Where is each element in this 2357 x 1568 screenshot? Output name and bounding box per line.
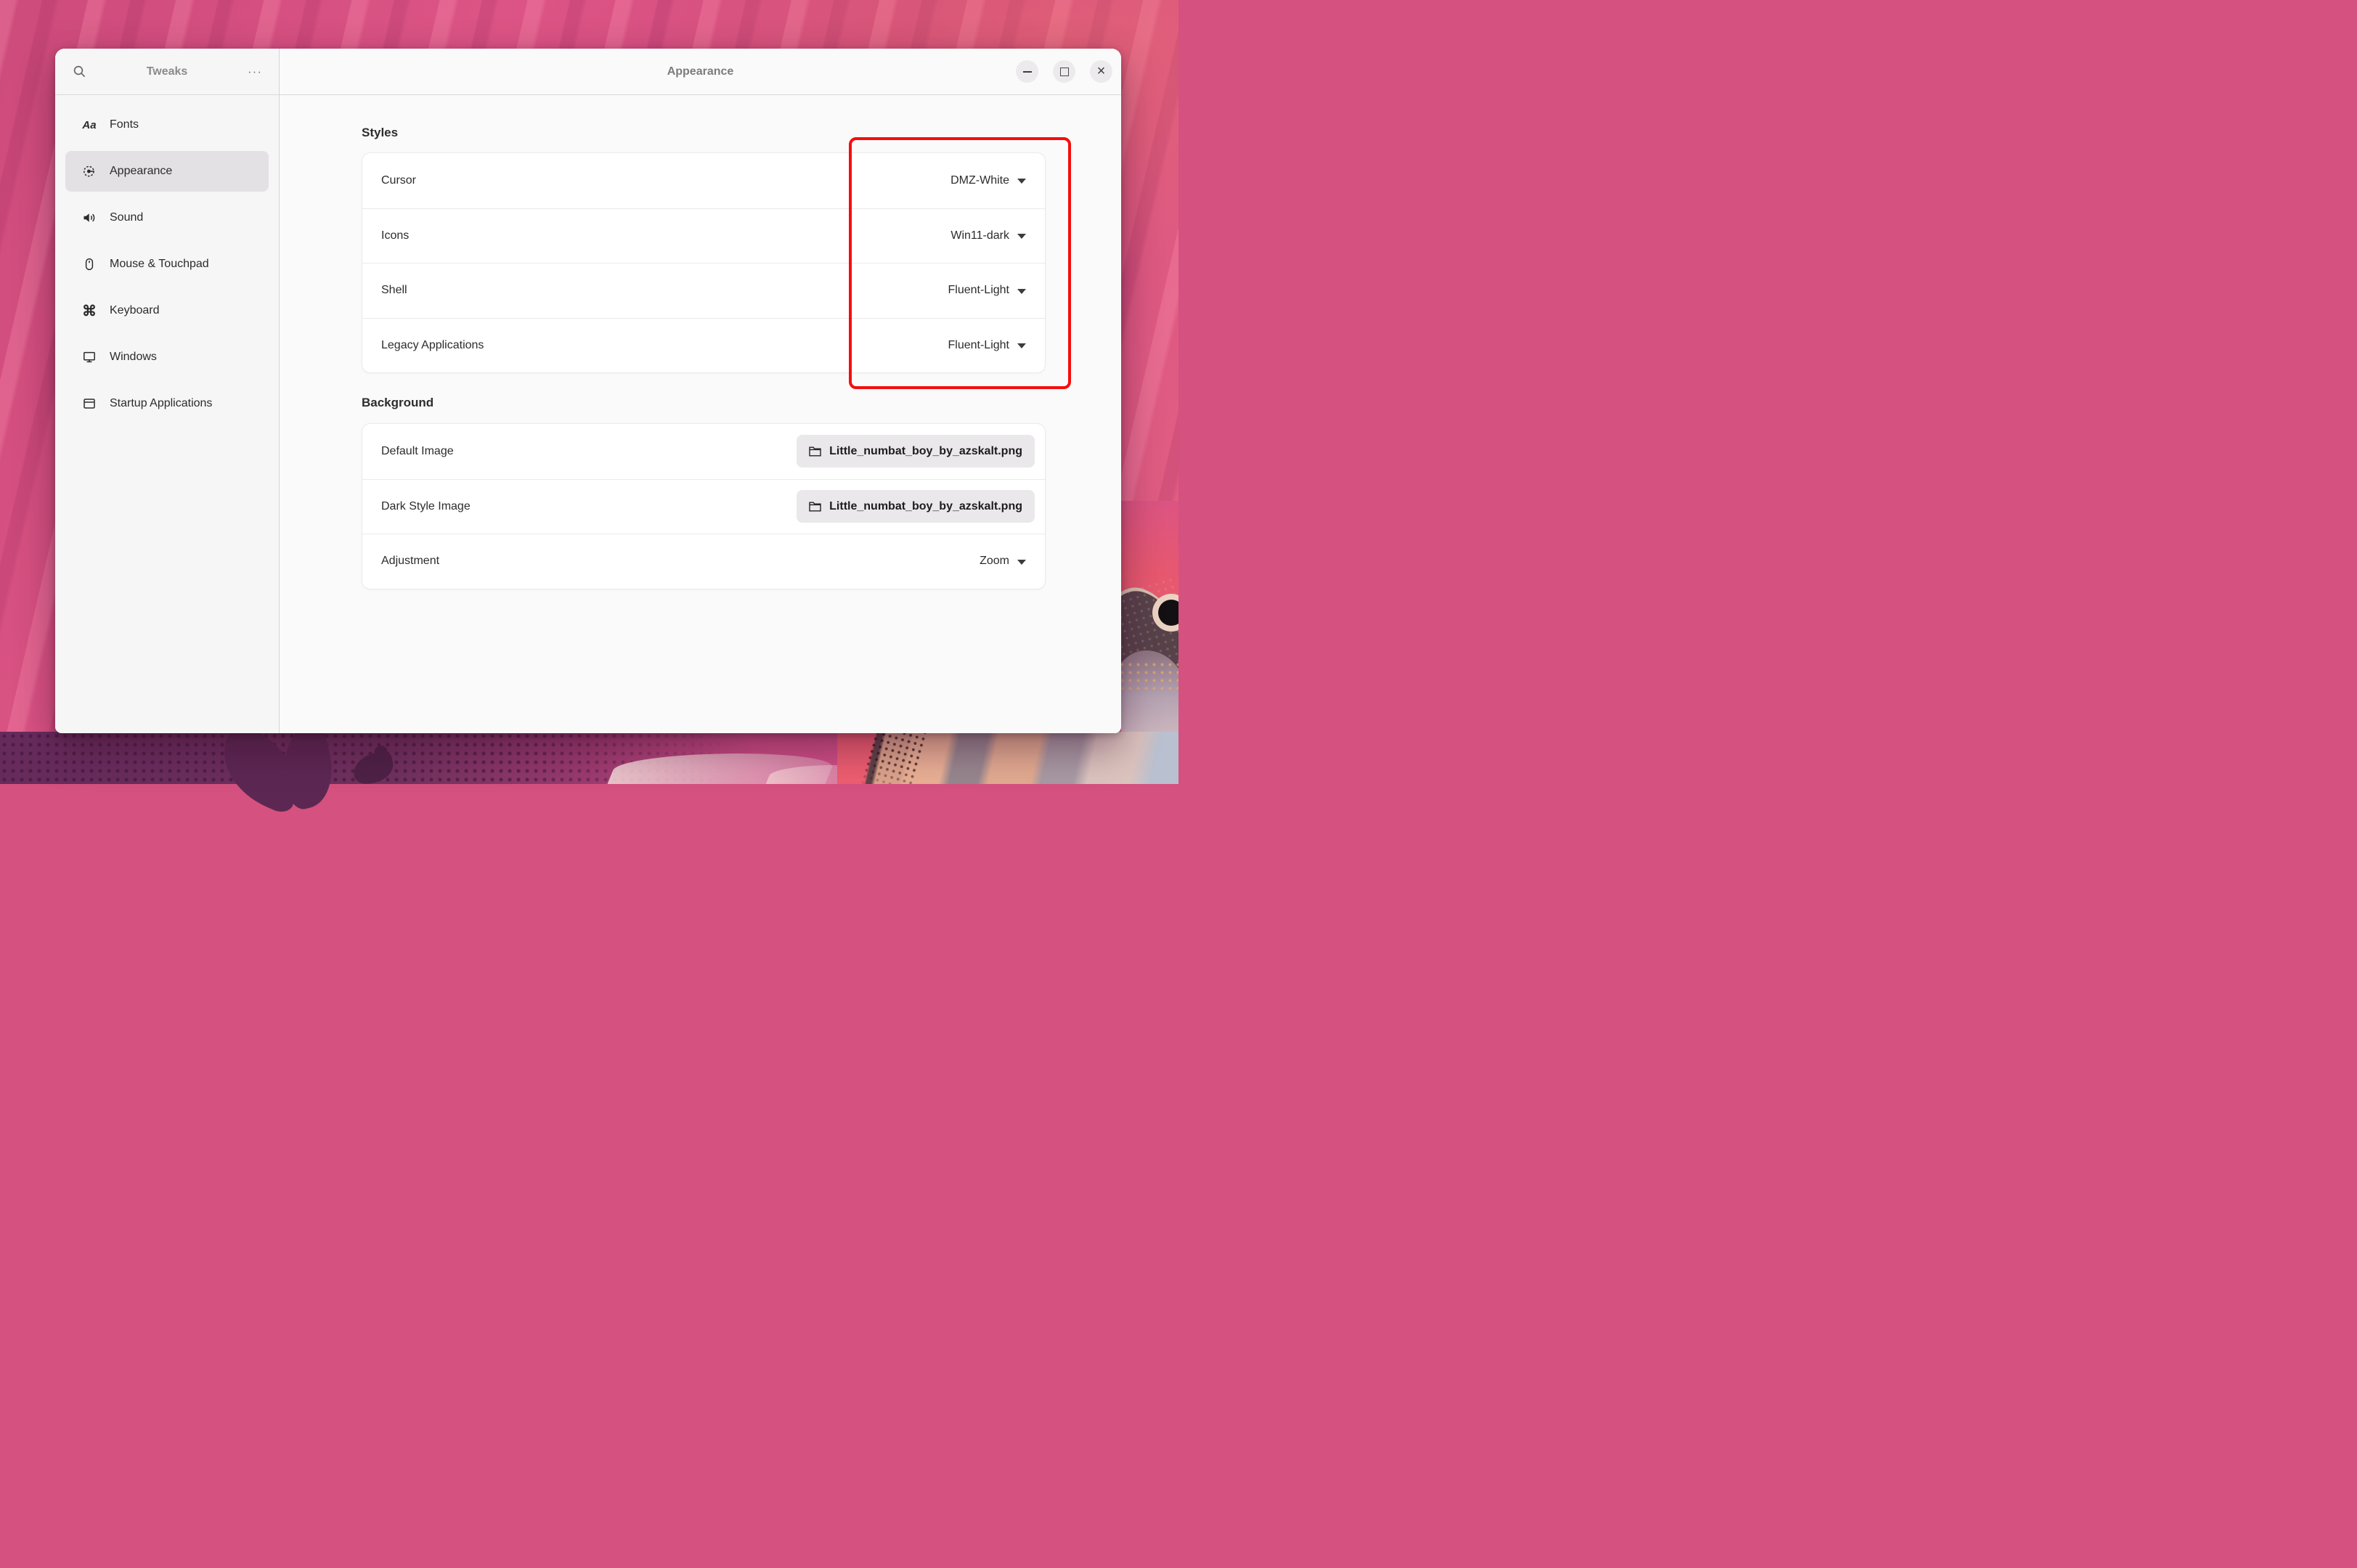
dropdown-value: DMZ-White — [950, 173, 1009, 187]
row-label: Adjustment — [381, 555, 440, 568]
sidebar-item-label: Windows — [110, 351, 157, 363]
icons-dropdown[interactable]: Win11-dark — [950, 229, 1026, 242]
numbat-fur — [1121, 650, 1178, 732]
sidebar-item-mouse-touchpad[interactable]: Mouse & Touchpad — [65, 244, 269, 285]
cursor-row: Cursor DMZ-White — [362, 153, 1045, 208]
row-label: Dark Style Image — [381, 499, 471, 513]
page-title: Appearance — [667, 65, 734, 78]
chevron-down-icon — [1017, 559, 1026, 565]
adjustment-row: Adjustment Zoom — [362, 534, 1045, 589]
file-name: Little_numbat_boy_by_azskalt.png — [829, 499, 1022, 513]
menu-button[interactable]: ··· — [247, 64, 263, 78]
dark-style-image-file-button[interactable]: Little_numbat_boy_by_azskalt.png — [797, 490, 1035, 523]
window-controls: × — [1016, 49, 1112, 94]
shell-dropdown[interactable]: Fluent-Light — [948, 284, 1026, 297]
maximize-icon — [1059, 67, 1069, 76]
folder-icon — [809, 446, 821, 457]
keyboard-icon: ⌘ — [82, 303, 97, 319]
halftone-dots — [858, 732, 928, 784]
wallpaper-numbat-art — [1121, 501, 1178, 732]
row-label: Legacy Applications — [381, 338, 484, 351]
tweaks-window: Tweaks ··· Aa Fonts Appearance Sound Mou… — [55, 49, 1121, 733]
numbat-eye — [1158, 600, 1178, 626]
file-name: Little_numbat_boy_by_azskalt.png — [829, 444, 1022, 457]
legacy-applications-row: Legacy Applications Fluent-Light — [362, 317, 1045, 373]
default-image-file-button[interactable]: Little_numbat_boy_by_azskalt.png — [797, 435, 1035, 468]
sidebar-item-windows[interactable]: Windows — [65, 337, 269, 377]
dropdown-value: Fluent-Light — [948, 284, 1010, 297]
sidebar-list: Aa Fonts Appearance Sound Mouse & Touchp… — [55, 95, 279, 439]
chevron-down-icon — [1017, 234, 1026, 240]
sidebar-item-label: Sound — [110, 211, 144, 224]
dark-style-image-row: Dark Style Image Little_numbat_boy_by_az… — [362, 478, 1045, 534]
cursor-dropdown[interactable]: DMZ-White — [950, 174, 1026, 187]
search-icon — [73, 65, 85, 78]
windows-icon — [81, 350, 97, 364]
sidebar-item-keyboard[interactable]: ⌘ Keyboard — [65, 290, 269, 331]
row-label: Default Image — [381, 444, 454, 457]
dropdown-value: Win11-dark — [950, 229, 1009, 242]
legacy-applications-dropdown[interactable]: Fluent-Light — [948, 338, 1026, 352]
chevron-down-icon — [1017, 343, 1026, 349]
sidebar-item-appearance[interactable]: Appearance — [65, 151, 269, 192]
row-label: Shell — [381, 284, 407, 297]
folder-icon — [809, 502, 821, 512]
background-heading: Background — [362, 396, 434, 409]
maximize-button[interactable] — [1053, 60, 1075, 83]
sidebar-item-label: Startup Applications — [110, 397, 213, 409]
background-card: Default Image Little_numbat_boy_by_azska… — [362, 423, 1046, 589]
sidebar-item-label: Keyboard — [110, 304, 160, 317]
icons-row: Icons Win11-dark — [362, 208, 1045, 264]
sidebar-header: Tweaks ··· — [55, 49, 279, 95]
sidebar-item-fonts[interactable]: Aa Fonts — [65, 105, 269, 145]
sidebar-item-label: Mouse & Touchpad — [110, 258, 209, 270]
chevron-down-icon — [1017, 179, 1026, 184]
content: Styles Cursor DMZ-White Icons Win11-dark — [280, 95, 1121, 589]
minimize-icon — [1022, 70, 1032, 73]
numbat-wing-art — [837, 732, 1178, 784]
ellipsis-menu-icon: ··· — [248, 64, 262, 78]
dropdown-value: Fluent-Light — [948, 338, 1010, 351]
adjustment-dropdown[interactable]: Zoom — [980, 555, 1026, 568]
row-label: Icons — [381, 229, 410, 242]
wallpaper-bottom-band — [0, 721, 1178, 817]
minimize-button[interactable] — [1016, 60, 1038, 83]
dropdown-value: Zoom — [980, 555, 1009, 568]
sidebar: Tweaks ··· Aa Fonts Appearance Sound Mou… — [55, 49, 280, 733]
app-title: Tweaks — [146, 65, 188, 78]
search-button[interactable] — [71, 65, 87, 78]
styles-card: Cursor DMZ-White Icons Win11-dark Shell — [362, 152, 1046, 373]
close-button[interactable]: × — [1090, 60, 1112, 83]
mouse-icon — [81, 257, 97, 271]
appearance-icon — [81, 164, 97, 179]
main-pane: Appearance × Styles Cursor DMZ-White Ico… — [280, 49, 1121, 733]
sidebar-item-label: Appearance — [110, 165, 173, 177]
row-label: Cursor — [381, 173, 417, 187]
shell-row: Shell Fluent-Light — [362, 263, 1045, 318]
titlebar: Appearance × — [280, 49, 1121, 95]
sidebar-item-sound[interactable]: Sound — [65, 197, 269, 238]
styles-heading: Styles — [362, 126, 399, 139]
startup-applications-icon — [81, 396, 97, 411]
sound-icon — [81, 211, 97, 225]
sidebar-item-label: Fonts — [110, 118, 139, 131]
sidebar-item-startup-applications[interactable]: Startup Applications — [65, 383, 269, 424]
fonts-icon: Aa — [82, 118, 97, 131]
close-icon: × — [1096, 62, 1106, 79]
chevron-down-icon — [1017, 288, 1026, 294]
default-image-row: Default Image Little_numbat_boy_by_azska… — [362, 424, 1045, 479]
